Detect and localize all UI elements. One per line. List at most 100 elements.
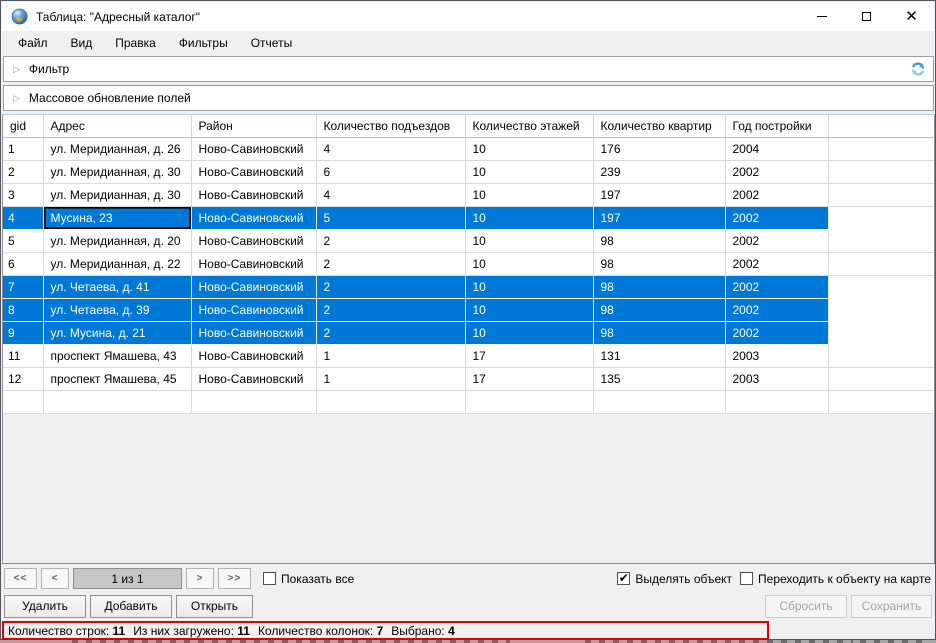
table-cell[interactable]: ул. Меридианная, д. 30 (43, 160, 191, 183)
first-page-button[interactable]: << (4, 568, 37, 589)
goto-object-checkbox[interactable] (740, 572, 753, 585)
table-cell[interactable]: 2002 (725, 252, 828, 275)
table-cell[interactable]: 98 (593, 252, 725, 275)
table-cell[interactable]: 197 (593, 206, 725, 229)
table-cell[interactable]: Ново-Савиновский (191, 321, 316, 344)
table-cell[interactable]: 17 (465, 344, 593, 367)
table-cell[interactable]: 2 (316, 252, 465, 275)
table-cell[interactable]: проспект Ямашева, 45 (43, 367, 191, 390)
table-cell[interactable]: 3 (3, 183, 43, 206)
reset-button[interactable]: Сбросить (765, 595, 847, 618)
next-page-button[interactable]: > (186, 568, 214, 589)
table-cell[interactable]: ул. Мусина, д. 21 (43, 321, 191, 344)
maximize-button[interactable] (844, 2, 889, 31)
column-header[interactable]: Количество подъездов (316, 115, 465, 137)
prev-page-button[interactable]: < (41, 568, 69, 589)
table-cell[interactable]: 10 (465, 275, 593, 298)
column-header[interactable]: gid (3, 115, 43, 137)
table-cell[interactable]: 2002 (725, 160, 828, 183)
table-cell[interactable]: 4 (316, 183, 465, 206)
menu-item-2[interactable]: Правка (108, 33, 163, 53)
table-cell[interactable]: 4 (3, 206, 43, 229)
table-cell[interactable]: 2002 (725, 206, 828, 229)
close-button[interactable]: ✕ (889, 2, 934, 31)
table-cell[interactable]: 10 (465, 229, 593, 252)
table-cell[interactable]: 1 (316, 344, 465, 367)
table-cell[interactable]: 10 (465, 298, 593, 321)
table-cell[interactable]: 2002 (725, 298, 828, 321)
table-cell[interactable]: 131 (593, 344, 725, 367)
table-cell[interactable]: 98 (593, 229, 725, 252)
table-cell[interactable]: 239 (593, 160, 725, 183)
table-cell[interactable]: 6 (316, 160, 465, 183)
table-cell[interactable]: 2 (316, 321, 465, 344)
table-cell[interactable]: 5 (316, 206, 465, 229)
table-cell[interactable]: Ново-Савиновский (191, 367, 316, 390)
table-cell[interactable]: 8 (3, 298, 43, 321)
table-cell[interactable]: 176 (593, 137, 725, 160)
table-cell[interactable]: проспект Ямашева, 43 (43, 344, 191, 367)
table-cell[interactable]: Мусина, 23 (43, 206, 191, 229)
table-cell[interactable]: 2 (3, 160, 43, 183)
table-cell[interactable]: 10 (465, 252, 593, 275)
table-cell[interactable]: 10 (465, 321, 593, 344)
table-cell[interactable]: 10 (465, 137, 593, 160)
minimize-button[interactable] (799, 2, 844, 31)
filter-panel-header[interactable]: ▷ Фильтр (3, 56, 934, 82)
table-cell[interactable]: 2 (316, 275, 465, 298)
table-cell[interactable] (191, 390, 316, 413)
column-header[interactable]: Район (191, 115, 316, 137)
table-cell[interactable]: Ново-Савиновский (191, 160, 316, 183)
table-cell[interactable]: ул. Меридианная, д. 20 (43, 229, 191, 252)
table-cell[interactable]: ул. Меридианная, д. 26 (43, 137, 191, 160)
column-header[interactable]: Год постройки (725, 115, 828, 137)
table-cell[interactable]: 1 (316, 367, 465, 390)
table-cell[interactable] (316, 390, 465, 413)
table-cell[interactable]: 9 (3, 321, 43, 344)
table-cell[interactable]: 12 (3, 367, 43, 390)
table-cell[interactable] (593, 390, 725, 413)
refresh-button[interactable] (907, 58, 929, 80)
menu-item-3[interactable]: Фильтры (172, 33, 235, 53)
table-cell[interactable]: 7 (3, 275, 43, 298)
table-cell[interactable]: 6 (3, 252, 43, 275)
table-cell[interactable]: 2002 (725, 183, 828, 206)
table-cell[interactable] (3, 390, 43, 413)
table-cell[interactable]: Ново-Савиновский (191, 183, 316, 206)
table-cell[interactable] (43, 390, 191, 413)
delete-button[interactable]: Удалить (4, 595, 86, 618)
highlight-object-checkbox[interactable]: ✔ (617, 572, 630, 585)
table-cell[interactable]: Ново-Савиновский (191, 298, 316, 321)
table-cell[interactable]: 2002 (725, 229, 828, 252)
open-button[interactable]: Открыть (176, 595, 253, 618)
table-cell[interactable]: 10 (465, 206, 593, 229)
table-cell[interactable] (465, 390, 593, 413)
table-cell[interactable]: Ново-Савиновский (191, 344, 316, 367)
table-cell[interactable]: 98 (593, 298, 725, 321)
table-cell[interactable]: 2003 (725, 344, 828, 367)
column-header[interactable]: Адрес (43, 115, 191, 137)
table-cell[interactable]: 11 (3, 344, 43, 367)
table-cell[interactable]: 98 (593, 321, 725, 344)
table-cell[interactable]: Ново-Савиновский (191, 229, 316, 252)
table-cell[interactable]: 17 (465, 367, 593, 390)
table-cell[interactable]: Ново-Савиновский (191, 275, 316, 298)
table-cell[interactable]: 2 (316, 298, 465, 321)
table-cell[interactable]: 5 (3, 229, 43, 252)
add-button[interactable]: Добавить (90, 595, 172, 618)
table-cell[interactable]: 2 (316, 229, 465, 252)
table-cell[interactable] (725, 390, 828, 413)
column-header[interactable]: Количество этажей (465, 115, 593, 137)
table-cell[interactable]: 2002 (725, 321, 828, 344)
table-cell[interactable]: 98 (593, 275, 725, 298)
table-cell[interactable]: Ново-Савиновский (191, 137, 316, 160)
table-cell[interactable]: ул. Меридианная, д. 22 (43, 252, 191, 275)
table-cell[interactable]: 135 (593, 367, 725, 390)
last-page-button[interactable]: >> (218, 568, 251, 589)
table-cell[interactable]: ул. Четаева, д. 41 (43, 275, 191, 298)
menu-item-1[interactable]: Вид (64, 33, 100, 53)
table-cell[interactable]: 197 (593, 183, 725, 206)
mass-update-panel-header[interactable]: ▷ Массовое обновление полей (3, 85, 934, 111)
table-cell[interactable]: Ново-Савиновский (191, 206, 316, 229)
table-cell[interactable]: 2003 (725, 367, 828, 390)
